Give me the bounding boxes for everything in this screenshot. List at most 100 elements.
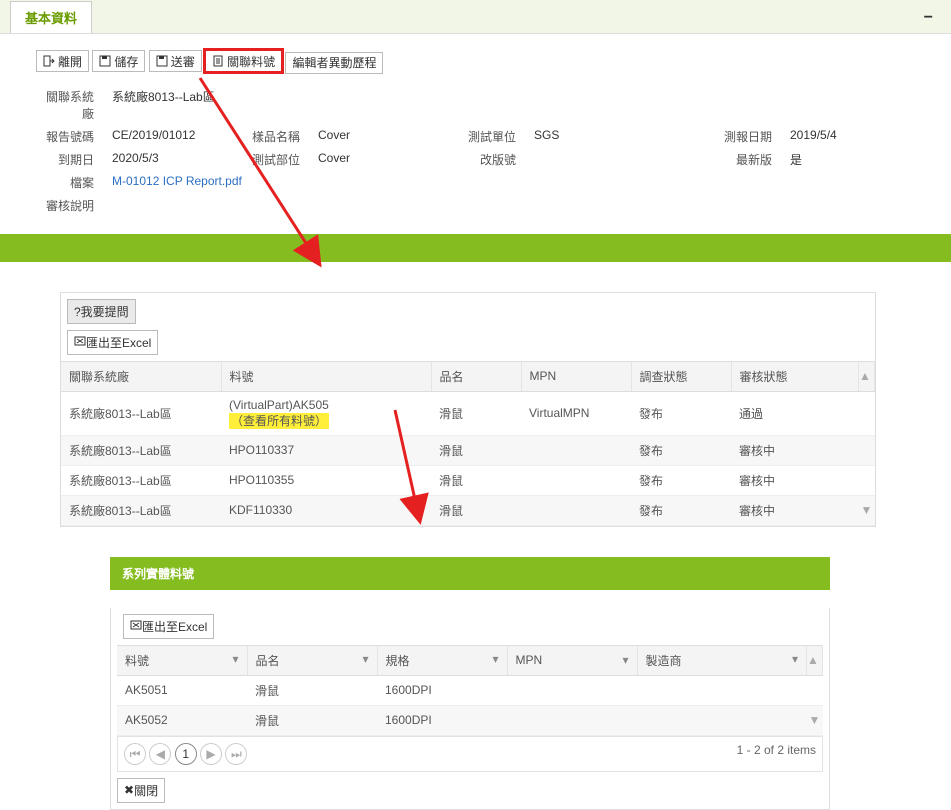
p2-col-mpn[interactable]: MPN▾ bbox=[507, 645, 637, 675]
export-excel-button-2[interactable]: 匯出至Excel bbox=[123, 614, 214, 639]
lbl-testunit: 測試單位 bbox=[456, 128, 516, 145]
panel2-title: 系列實體料號 bbox=[110, 557, 830, 590]
filter-icon[interactable]: ▾ bbox=[492, 652, 498, 666]
view-all-parts-link[interactable]: （查看所有料號） bbox=[229, 413, 329, 429]
lbl-expire: 到期日 bbox=[40, 151, 94, 168]
cell: 滑鼠 bbox=[247, 705, 377, 735]
col-name[interactable]: 品名 bbox=[431, 361, 521, 391]
cell: 發布 bbox=[631, 465, 731, 495]
ask-button[interactable]: ?我要提問 bbox=[67, 299, 136, 324]
close-button[interactable]: ✖ 關閉 bbox=[117, 778, 165, 803]
cell: 1600DPI bbox=[377, 705, 507, 735]
page-next[interactable]: ▶ bbox=[200, 743, 222, 765]
page-last[interactable]: ⏭ bbox=[225, 743, 247, 765]
cell bbox=[521, 495, 631, 525]
cell: HPO110337 bbox=[221, 435, 431, 465]
val-expire: 2020/5/3 bbox=[112, 151, 222, 168]
save-label: 儲存 bbox=[114, 53, 138, 70]
export-label-2: 匯出至Excel bbox=[142, 618, 207, 635]
filter-icon[interactable]: ▾ bbox=[622, 653, 628, 667]
doc-icon bbox=[212, 55, 224, 67]
close-icon: ✖ bbox=[124, 783, 134, 797]
cell bbox=[637, 705, 807, 735]
cell: 審核中 bbox=[731, 465, 859, 495]
lbl-rev: 改版號 bbox=[456, 151, 516, 168]
cell: 發布 bbox=[631, 435, 731, 465]
cell: VirtualMPN bbox=[521, 391, 631, 435]
export-excel-button-1[interactable]: 匯出至Excel bbox=[67, 330, 158, 355]
exit-icon bbox=[43, 55, 55, 67]
lbl-testdate: 測報日期 bbox=[712, 128, 772, 145]
p2-col-name[interactable]: 品名▾ bbox=[247, 645, 377, 675]
cell: 滑鼠 bbox=[431, 435, 521, 465]
scroll-down-icon[interactable]: ▼ bbox=[861, 503, 873, 517]
history-button[interactable]: 編輯者異動歷程 bbox=[285, 52, 383, 74]
cell: 通過 bbox=[731, 391, 859, 435]
val-sample: Cover bbox=[318, 128, 438, 145]
page-current[interactable]: 1 bbox=[175, 743, 197, 765]
lbl-reportno: 報告號碼 bbox=[40, 128, 94, 145]
excel-icon bbox=[74, 335, 86, 350]
related-part-label: 關聯料號 bbox=[227, 53, 275, 70]
val-latest: 是 bbox=[790, 151, 860, 168]
cell: KDF110330 bbox=[221, 495, 431, 525]
cell bbox=[507, 705, 637, 735]
col-status[interactable]: 調查狀態 bbox=[631, 361, 731, 391]
cell: 審核中 bbox=[731, 435, 859, 465]
save-icon bbox=[99, 55, 111, 67]
close-label: 關閉 bbox=[134, 782, 158, 799]
cell: 審核中 bbox=[731, 495, 859, 525]
val-relfactory: 系統廠8013--Lab區 bbox=[112, 88, 222, 122]
cell: 滑鼠 bbox=[431, 465, 521, 495]
submit-button[interactable]: 送審 bbox=[149, 50, 202, 72]
lbl-latest: 最新版 bbox=[712, 151, 772, 168]
cell: 系統廠8013--Lab區 bbox=[61, 465, 221, 495]
scroll-up-icon[interactable]: ▲ bbox=[859, 369, 871, 383]
p2-col-partno[interactable]: 料號▾ bbox=[117, 645, 247, 675]
col-factory[interactable]: 關聯系統廠 bbox=[61, 361, 221, 391]
page-summary: 1 - 2 of 2 items bbox=[737, 743, 816, 757]
filter-icon[interactable]: ▾ bbox=[792, 652, 798, 666]
col-mpn[interactable]: MPN bbox=[521, 361, 631, 391]
cell: 滑鼠 bbox=[431, 495, 521, 525]
save-button[interactable]: 儲存 bbox=[92, 50, 145, 72]
page-first[interactable]: ⏮ bbox=[124, 743, 146, 765]
filter-icon[interactable]: ▾ bbox=[362, 652, 368, 666]
cell: 系統廠8013--Lab區 bbox=[61, 495, 221, 525]
export-label-1: 匯出至Excel bbox=[86, 334, 151, 351]
filter-icon[interactable]: ▾ bbox=[232, 652, 238, 666]
lbl-reviewnote: 審核說明 bbox=[40, 197, 94, 214]
p2-col-maker[interactable]: 製造商▾ bbox=[637, 645, 807, 675]
cell: HPO110355 bbox=[221, 465, 431, 495]
section-separator bbox=[0, 234, 951, 262]
val-reportno: CE/2019/01012 bbox=[112, 128, 222, 145]
lbl-relfactory: 關聯系統廠 bbox=[40, 88, 94, 122]
leave-button[interactable]: 離開 bbox=[36, 50, 89, 72]
val-rev bbox=[534, 151, 694, 168]
cell: 滑鼠 bbox=[431, 391, 521, 435]
submit-label: 送審 bbox=[171, 53, 195, 70]
lbl-file: 檔案 bbox=[40, 174, 94, 191]
p2-col-spec[interactable]: 規格▾ bbox=[377, 645, 507, 675]
cell: AK5052 bbox=[117, 705, 247, 735]
cell: AK5051 bbox=[117, 675, 247, 705]
val-testdate: 2019/5/4 bbox=[790, 128, 860, 145]
cell: 系統廠8013--Lab區 bbox=[61, 391, 221, 435]
scroll-down-icon[interactable]: ▼ bbox=[809, 713, 821, 727]
tab-basic-info[interactable]: 基本資料 bbox=[10, 1, 92, 33]
val-testunit: SGS bbox=[534, 128, 694, 145]
scroll-up-icon[interactable]: ▲ bbox=[807, 653, 819, 667]
cell: 發布 bbox=[631, 391, 731, 435]
leave-label: 離開 bbox=[58, 53, 82, 70]
cell: 滑鼠 bbox=[247, 675, 377, 705]
cell bbox=[521, 435, 631, 465]
page-prev[interactable]: ◀ bbox=[149, 743, 171, 765]
cell bbox=[521, 465, 631, 495]
lbl-sample: 樣品名稱 bbox=[240, 128, 300, 145]
submit-icon bbox=[156, 55, 168, 67]
col-partno[interactable]: 料號 bbox=[221, 361, 431, 391]
col-review[interactable]: 審核狀態 bbox=[731, 361, 859, 391]
collapse-button[interactable]: − bbox=[924, 9, 933, 27]
file-link[interactable]: M-01012 ICP Report.pdf bbox=[112, 174, 242, 188]
related-part-button[interactable]: 關聯料號 bbox=[205, 50, 282, 72]
